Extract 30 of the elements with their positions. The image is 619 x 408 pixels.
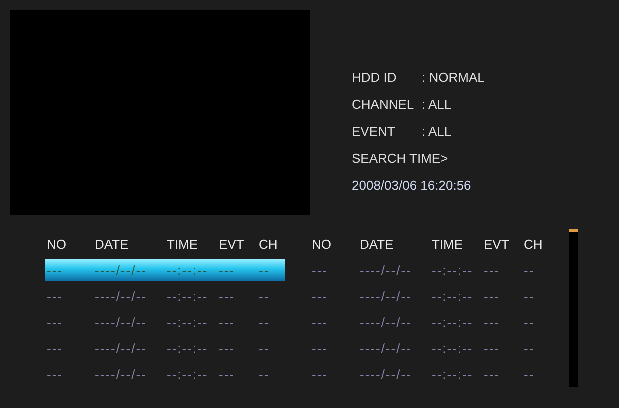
search-time-label: SEARCH TIME> — [352, 150, 448, 166]
info-label: CHANNEL — [352, 96, 416, 112]
event-row[interactable]: --- ----/--/-- --:--:-- --- -- — [310, 365, 550, 383]
event-row[interactable]: --- ----/--/-- --:--:-- --- -- — [310, 339, 550, 357]
column-header: TIME — [432, 236, 464, 252]
search-time-value[interactable]: 2008/03/06 16:20:56 — [352, 178, 472, 192]
column-header: EVT — [219, 236, 246, 252]
event-row[interactable]: --- ----/--/-- --:--:-- --- -- — [45, 259, 285, 281]
column-header: DATE — [360, 236, 395, 252]
scrollbar[interactable] — [569, 229, 578, 387]
event-row[interactable]: --- ----/--/-- --:--:-- --- -- — [310, 261, 550, 279]
scroll-thumb[interactable] — [569, 229, 578, 232]
info-label: EVENT — [352, 124, 396, 138]
info-value: : ALL — [422, 96, 452, 112]
column-header: EVT — [484, 236, 510, 252]
column-header: CH — [259, 236, 279, 252]
column-header: DATE — [95, 236, 130, 252]
event-row[interactable]: --- ----/--/-- --:--:-- --- -- — [45, 365, 285, 383]
event-row[interactable]: --- ----/--/-- --:--:-- --- -- — [310, 313, 550, 331]
info-value: : NORMAL — [422, 70, 485, 84]
info-value: : ALL — [422, 124, 452, 138]
column-header: NO — [312, 236, 332, 252]
column-header: CH — [524, 236, 544, 252]
column-header: TIME — [167, 236, 200, 252]
event-row[interactable]: --- ----/--/-- --:--:-- --- -- — [45, 339, 285, 357]
event-row[interactable]: --- ----/--/-- --:--:-- --- -- — [310, 287, 550, 305]
event-row[interactable]: --- ----/--/-- --:--:-- --- -- — [45, 313, 285, 331]
event-row[interactable]: --- ----/--/-- --:--:-- --- -- — [45, 287, 285, 305]
info-label: HDD ID — [352, 70, 398, 84]
column-header: NO — [47, 236, 68, 252]
